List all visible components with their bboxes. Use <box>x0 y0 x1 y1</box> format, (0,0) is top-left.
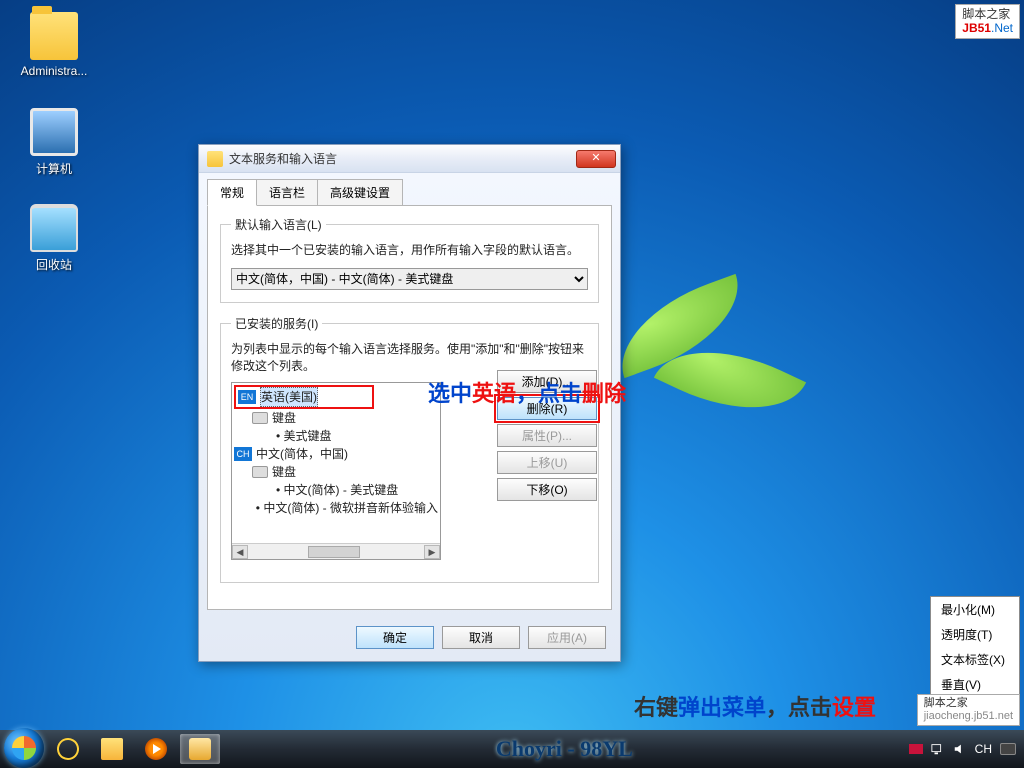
properties-button[interactable]: 属性(P)... <box>497 424 597 447</box>
annotation-select-english: 选中英语，点击删除 <box>428 376 626 408</box>
tree-item-keyboard-us[interactable]: • 美式键盘 <box>234 427 438 445</box>
icon-label: 计算机 <box>36 162 72 176</box>
scroll-left-arrow[interactable]: ◀ <box>232 545 248 559</box>
lang-tag-en: EN <box>238 390 256 404</box>
icon-label: 回收站 <box>36 258 72 272</box>
ie-icon <box>55 736 82 763</box>
cancel-button[interactable]: 取消 <box>442 626 520 649</box>
tree-label: 美式键盘 <box>284 427 332 445</box>
tree-label: 英语(美国) <box>260 387 318 407</box>
ok-button[interactable]: 确定 <box>356 626 434 649</box>
action-center-icon[interactable] <box>909 744 923 754</box>
watermark-badge-top: 脚本之家 JB51.Net <box>955 4 1020 39</box>
annotation-right-click: 右键弹出菜单，点击设置 <box>634 690 876 722</box>
window-title: 文本服务和输入语言 <box>229 150 337 167</box>
default-language-combo[interactable]: 中文(简体，中国) - 中文(简体) - 美式键盘 <box>231 268 588 290</box>
speaker-icon[interactable] <box>953 742 967 756</box>
taskbar-explorer[interactable] <box>92 734 132 764</box>
tree-label: 中文(简体) - 美式键盘 <box>284 481 399 499</box>
tree-label: 键盘 <box>272 409 296 427</box>
taskbar-gallery[interactable] <box>180 734 220 764</box>
badge-line1: 脚本之家 <box>962 7 1013 21</box>
tree-item-keyboard-chs-us[interactable]: • 中文(简体) - 美式键盘 <box>234 481 438 499</box>
keyboard-icon <box>252 412 268 424</box>
horizontal-scrollbar[interactable]: ◀ ▶ <box>232 543 440 559</box>
apply-button[interactable]: 应用(A) <box>528 626 606 649</box>
tab-advanced-keys[interactable]: 高级键设置 <box>317 179 403 206</box>
badge-line2: JB51.Net <box>962 21 1013 35</box>
menu-minimize[interactable]: 最小化(M) <box>931 597 1019 622</box>
desktop: Administra... 计算机 回收站 脚本之家 JB51.Net 文本服务… <box>0 0 1024 768</box>
desktop-icon-computer[interactable]: 计算机 <box>14 108 94 177</box>
dialog-buttons: 确定 取消 应用(A) <box>199 618 620 661</box>
tree-item-keyboard-header[interactable]: 键盘 <box>234 463 438 481</box>
group-desc: 为列表中显示的每个输入语言选择服务。使用"添加"和"删除"按钮来修改这个列表。 <box>231 340 588 374</box>
window-icon <box>207 151 223 167</box>
gallery-icon <box>189 738 211 760</box>
taskbar-ie[interactable] <box>48 734 88 764</box>
keyboard-tray-icon[interactable] <box>1000 743 1016 755</box>
desktop-icon-administra[interactable]: Administra... <box>14 12 94 78</box>
keyboard-icon <box>252 466 268 478</box>
icon-label: Administra... <box>21 64 88 78</box>
move-down-button[interactable]: 下移(O) <box>497 478 597 501</box>
group-legend: 默认输入语言(L) <box>231 216 326 233</box>
close-button[interactable]: ✕ <box>576 150 616 168</box>
taskbar-wmp[interactable] <box>136 734 176 764</box>
badge-line1: 脚本之家 <box>924 697 1013 710</box>
tree-item-chinese[interactable]: CH 中文(简体，中国) <box>234 445 438 463</box>
lang-tag-ch: CH <box>234 447 252 461</box>
desktop-icon-recyclebin[interactable]: 回收站 <box>14 204 94 273</box>
tab-general[interactable]: 常规 <box>207 179 257 206</box>
system-tray[interactable]: CH <box>909 742 1020 756</box>
recycle-bin-icon <box>30 204 78 252</box>
scroll-right-arrow[interactable]: ▶ <box>424 545 440 559</box>
tree-item-keyboard-mspy[interactable]: • 中文(简体) - 微软拼音新体验输入 <box>234 499 438 517</box>
group-legend: 已安装的服务(I) <box>231 315 322 332</box>
monitor-icon <box>30 108 78 156</box>
menu-text-labels[interactable]: 文本标签(X) <box>931 647 1019 672</box>
tab-strip: 常规 语言栏 高级键设置 <box>199 173 620 206</box>
badge-line2: jiaocheng.jb51.net <box>924 710 1013 723</box>
language-tree[interactable]: EN 英语(美国) 键盘 • 美式键盘 CH 中文(简体，中国) <box>231 382 441 560</box>
watermark-badge-bottom: 脚本之家 jiaocheng.jb51.net <box>917 694 1020 726</box>
tree-item-english[interactable]: EN 英语(美国) <box>234 385 374 409</box>
move-up-button[interactable]: 上移(U) <box>497 451 597 474</box>
taskbar: Choyri - 98YL CH <box>0 730 1024 768</box>
start-button[interactable] <box>4 728 44 768</box>
tree-label: 中文(简体) - 微软拼音新体验输入 <box>263 499 438 517</box>
folder-icon <box>30 12 78 60</box>
taskbar-center-text: Choyri - 98YL <box>224 736 905 762</box>
group-desc: 选择其中一个已安装的输入语言，用作所有输入字段的默认语言。 <box>231 241 588 258</box>
wmp-icon <box>145 738 167 760</box>
tree-label: 中文(简体，中国) <box>256 445 348 463</box>
tree-label: 键盘 <box>272 463 296 481</box>
scroll-thumb[interactable] <box>308 546 360 558</box>
tray-lang[interactable]: CH <box>975 742 992 756</box>
tab-language-bar[interactable]: 语言栏 <box>256 179 318 206</box>
network-icon[interactable] <box>931 742 945 756</box>
tree-item-keyboard-header[interactable]: 键盘 <box>234 409 438 427</box>
explorer-icon <box>101 738 123 760</box>
default-language-group: 默认输入语言(L) 选择其中一个已安装的输入语言，用作所有输入字段的默认语言。 … <box>220 216 599 303</box>
titlebar[interactable]: 文本服务和输入语言 ✕ <box>199 145 620 173</box>
menu-transparency[interactable]: 透明度(T) <box>931 622 1019 647</box>
